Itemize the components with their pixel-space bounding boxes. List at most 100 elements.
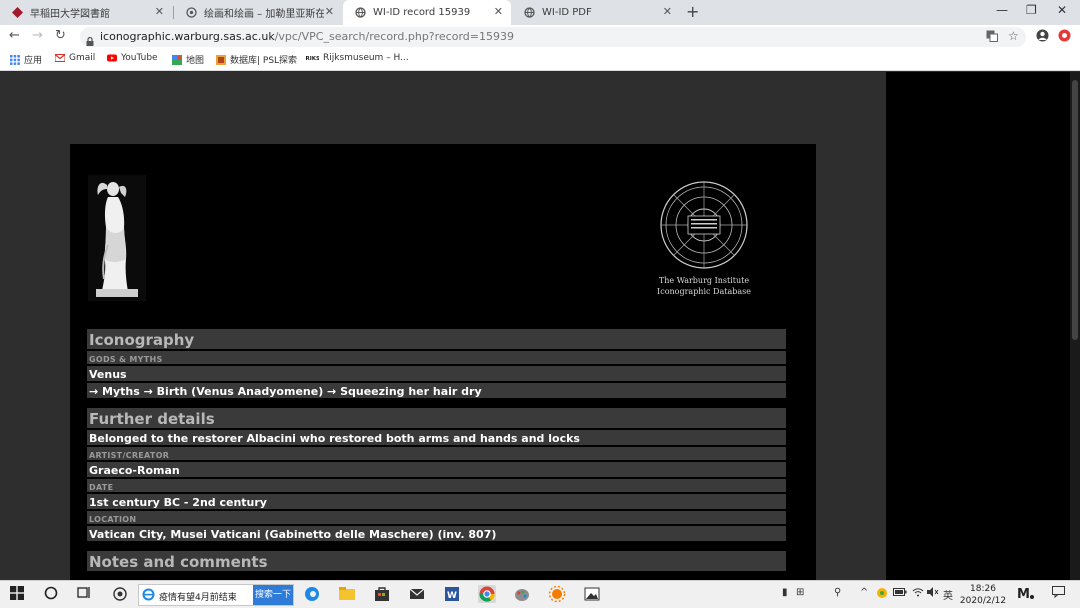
apps-grid-icon — [10, 54, 20, 65]
tab-title: WI-ID PDF — [542, 7, 592, 18]
warburg-institute-logo — [658, 180, 750, 270]
tab-gallery[interactable]: 绘画和绘画 – 加勒里亚斯在线绘! ✕ — [174, 0, 342, 25]
notification-icon[interactable] — [1052, 586, 1065, 601]
tray-grid-icon[interactable]: ⊞ — [796, 587, 804, 598]
bookmark-star-icon[interactable]: ☆ — [1008, 29, 1019, 43]
people-icon[interactable]: ⚲ — [834, 587, 841, 598]
restore-icon[interactable]: ❐ — [1026, 3, 1037, 17]
chevron-up-icon[interactable]: ^ — [860, 587, 868, 598]
tray-app-icon[interactable]: ▮ — [782, 587, 788, 598]
new-tab-button[interactable]: + — [686, 2, 699, 21]
url-text: iconographic.warburg.sas.ac.uk/vpc/VPC_s… — [100, 30, 514, 43]
tab-title: 早稲田大学図書館 — [30, 9, 110, 20]
tab-waseda-library[interactable]: 早稲田大学図書館 ✕ — [0, 0, 172, 25]
record-card: The Warburg Institute Iconographic Datab… — [70, 144, 816, 580]
mail-icon[interactable] — [408, 585, 426, 603]
window-close-icon[interactable]: ✕ — [1057, 3, 1067, 17]
field-value: Belonged to the restorer Albacini who re… — [87, 428, 786, 445]
close-icon[interactable]: ✕ — [663, 5, 672, 18]
url-path: /vpc/VPC_search/record.php?record=15939 — [274, 30, 514, 43]
tab-wi-id-record[interactable]: WI-ID record 15939 ✕ — [343, 0, 511, 25]
tray-m-app-icon[interactable]: M — [1017, 585, 1035, 604]
bookmark-youtube[interactable]: YouTube — [107, 53, 158, 63]
bookmark-maps[interactable]: 地图 — [172, 53, 204, 66]
maps-icon — [172, 54, 182, 65]
wifi-icon[interactable] — [912, 587, 924, 600]
bookmark-label: 数据库| PSL探索 — [230, 56, 298, 66]
minimize-icon[interactable]: — — [996, 3, 1008, 17]
ime-indicator[interactable]: 英 — [943, 587, 953, 602]
profile-avatar-icon[interactable] — [1036, 29, 1049, 45]
close-icon[interactable]: ✕ — [325, 5, 334, 18]
microsoft-store-icon[interactable] — [373, 585, 391, 603]
forward-arrow-icon[interactable]: → — [32, 28, 43, 43]
field-value: → Myths → Birth (Venus Anadyomene) → Squ… — [87, 381, 786, 398]
gmail-icon — [54, 53, 66, 63]
word-icon[interactable]: W — [443, 585, 461, 603]
tab-title: WI-ID record 15939 — [373, 7, 471, 18]
field-value: Vatican City, Musei Vaticani (Gabinetto … — [87, 524, 786, 541]
extension-icon[interactable] — [1058, 29, 1071, 45]
file-explorer-icon[interactable] — [338, 585, 356, 603]
globe-icon — [355, 7, 366, 18]
bookmark-label: 地图 — [186, 56, 205, 66]
scrollbar-thumb[interactable] — [1072, 80, 1078, 340]
section-heading: Iconography — [87, 327, 786, 349]
back-arrow-icon[interactable]: ← — [9, 28, 20, 43]
taskbar-search-box[interactable]: 疫情有望4月前结束 搜索一下 — [138, 584, 294, 606]
bookmark-label: YouTube — [121, 53, 158, 63]
bookmark-label: Gmail — [69, 53, 96, 63]
address-bar[interactable]: iconographic.warburg.sas.ac.uk/vpc/VPC_s… — [80, 27, 1026, 47]
record-details: Iconography GODS & MYTHS Venus → Myths → Bi… — [87, 327, 786, 571]
logo-caption: The Warburg Institute Iconographic Datab… — [648, 275, 760, 297]
search-button[interactable]: 搜索一下 — [253, 585, 293, 605]
taskbar-clock[interactable]: 18:26 2020/2/12 — [956, 583, 1010, 607]
sun-app-icon[interactable] — [548, 585, 566, 603]
edge-browser-icon[interactable] — [303, 585, 321, 603]
svg-text:W: W — [447, 591, 457, 601]
battery-icon[interactable] — [893, 587, 907, 600]
youtube-icon — [107, 53, 117, 63]
waseda-logo-icon — [12, 7, 23, 18]
bookmark-apps[interactable]: 应用 — [10, 53, 42, 66]
ie-logo-icon — [142, 588, 155, 604]
tab-strip: 早稲田大学図書館 ✕ 绘画和绘画 – 加勒里亚斯在线绘! ✕ WI-ID rec… — [0, 0, 1080, 25]
bookmark-rijksmuseum[interactable]: RIKS Rijksmuseum – H... — [305, 53, 409, 63]
bookmarks-bar: 应用 Gmail YouTube 地图 数据库| PSL探索 RIKS Rijk… — [0, 49, 1080, 71]
logo-line-1: The Warburg Institute — [658, 276, 750, 285]
tab-wi-id-pdf[interactable]: WI-ID PDF ✕ — [512, 0, 680, 25]
close-icon[interactable]: ✕ — [155, 5, 164, 18]
svg-text:M: M — [1017, 587, 1030, 601]
field-value: Graeco-Roman — [87, 460, 786, 477]
field-label: LOCATION — [87, 509, 786, 524]
lock-icon — [86, 31, 94, 46]
windows-start-icon[interactable] — [10, 586, 24, 604]
close-icon[interactable]: ✕ — [494, 5, 503, 18]
reload-icon[interactable]: ↻ — [55, 28, 66, 43]
weather-widget-icon[interactable] — [112, 586, 128, 606]
section-heading: Further details — [87, 406, 786, 428]
psl-icon — [216, 54, 226, 65]
search-news-text: 疫情有望4月前结束 — [159, 593, 237, 603]
field-label: GODS & MYTHS — [87, 349, 786, 364]
volume-muted-icon[interactable] — [927, 587, 939, 600]
logo-line-2: Iconographic Database — [657, 287, 751, 296]
field-label: ARTIST/CREATOR — [87, 445, 786, 460]
section-heading: Notes and comments — [87, 549, 786, 571]
paint-app-icon[interactable] — [513, 585, 531, 603]
photos-icon[interactable] — [583, 585, 601, 603]
rijksmuseum-icon: RIKS — [305, 53, 320, 63]
task-view-icon[interactable] — [77, 586, 91, 604]
field-value: Venus — [87, 364, 786, 381]
artwork-thumbnail[interactable] — [88, 175, 146, 301]
clock-time: 18:26 — [970, 584, 996, 594]
bookmark-psl[interactable]: 数据库| PSL探索 — [216, 53, 297, 66]
browser-toolbar: ← → ↻ iconographic.warburg.sas.ac.uk/vpc… — [0, 25, 1080, 49]
bookmark-label: 应用 — [24, 56, 43, 66]
chrome-icon[interactable] — [478, 585, 496, 603]
bookmark-gmail[interactable]: Gmail — [54, 53, 96, 63]
svg-text:RIKS: RIKS — [306, 56, 320, 62]
tray-badge-icon[interactable] — [876, 587, 888, 602]
translate-icon[interactable] — [986, 30, 998, 45]
cortana-icon[interactable] — [44, 586, 58, 604]
